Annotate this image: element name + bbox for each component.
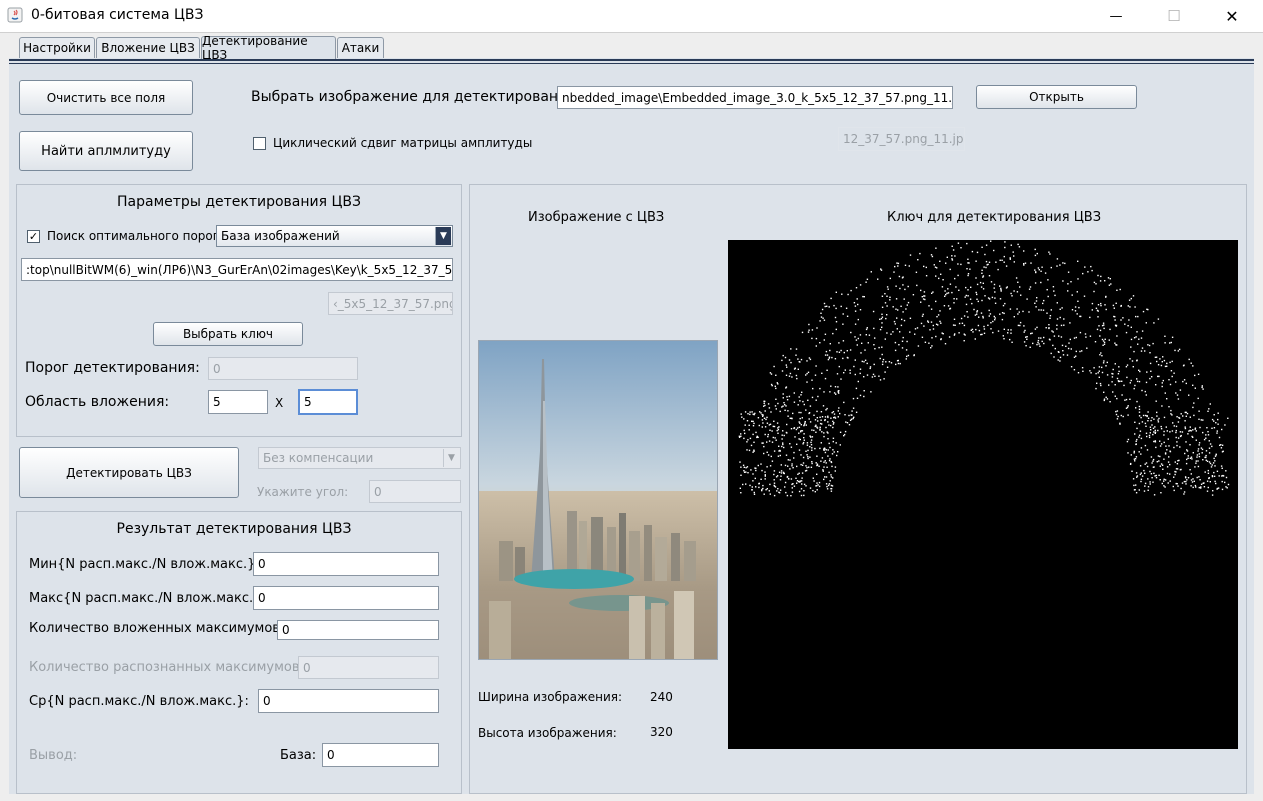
key-name-field: ‹_5x5_12_37_57.png [328,292,453,315]
key-image [728,240,1238,749]
maximize-icon: ☐ [1167,7,1181,25]
area-height-input[interactable]: 5 [298,389,358,415]
java-app-icon [7,7,23,23]
tab-embedding[interactable]: Вложение ЦВЗ [96,37,200,58]
title-bar: 0-битовая система ЦВЗ — ☐ ✕ [0,0,1263,33]
close-button[interactable]: ✕ [1203,0,1261,32]
avg-ratio-field[interactable]: 0 [258,689,439,713]
angle-input: 0 [369,480,461,503]
min-ratio-label: Мин{N расп.макс./N влож.макс.}: [29,557,260,572]
min-ratio-field[interactable]: 0 [253,552,439,576]
watermarked-image [478,340,718,660]
image-path-input[interactable]: nbedded_image\Embedded_image_3.0_k_5x5_1… [557,86,953,109]
tab-separator-thin [9,63,1254,64]
recognized-count-label: Количество распознанных максимумов: [29,660,304,675]
tab-detection[interactable]: Детектирование ЦВЗ [201,34,336,62]
detection-params-title: Параметры детектирования ЦВЗ [117,194,361,210]
optimal-threshold-checkbox[interactable]: ✓ [27,230,40,243]
chevron-down-icon: ▼ [435,227,451,245]
choose-image-label: Выбрать изображение для детектирования: [251,89,581,105]
window-title: 0-битовая система ЦВЗ [31,7,204,23]
optimal-threshold-label: Поиск оптимального порога [47,229,227,243]
close-icon: ✕ [1225,6,1239,26]
threshold-input: 0 [208,357,358,380]
find-amplitude-button[interactable]: Найти аплмлитуду [19,131,193,171]
recognized-count-field: 0 [298,656,439,679]
image-width-label: Ширина изображения: [478,690,623,704]
avg-ratio-label: Ср{N расп.макс./N влож.макс.}: [29,694,249,709]
max-ratio-label: Макс{N расп.макс./N влож.макс.}: [29,591,266,606]
cyclic-shift-checkbox[interactable] [253,137,266,150]
tab-settings[interactable]: Настройки [19,37,95,58]
minimize-icon: — [1109,8,1123,24]
choose-key-button[interactable]: Выбрать ключ [153,322,303,346]
base-field[interactable]: 0 [322,743,439,767]
output-label: Вывод: [29,748,78,763]
tab-label: Настройки [23,41,91,55]
tab-attacks[interactable]: Атаки [337,37,384,58]
checkmark-icon: ✓ [28,230,39,243]
key-dot-pattern [738,240,1230,497]
angle-label: Укажите угол: [257,485,349,499]
minimize-button[interactable]: — [1087,0,1145,32]
image-name-field: 12_37_57.png_11.jpg [838,127,965,151]
open-image-button[interactable]: Открыть [976,85,1137,109]
chevron-down-icon: ▼ [443,449,459,467]
tab-separator [9,59,1254,61]
compensation-select: Без компенсации ▼ [258,447,461,469]
threshold-label: Порог детектирования: [25,360,200,376]
area-x-label: X [275,396,284,410]
image-width-value: 240 [650,690,673,704]
image-height-value: 320 [650,725,673,739]
maximize-button[interactable]: ☐ [1145,0,1203,32]
image-preview-title: Изображение с ЦВЗ [528,210,665,225]
key-path-input[interactable]: :top\nullBitWM(6)_win(ЛР6)\N3_GurErAn\02… [21,258,453,281]
area-width-input[interactable]: 5 [208,390,268,414]
source-select[interactable]: База изображений ▼ [216,225,453,247]
embedded-count-field[interactable]: 0 [277,620,439,640]
detect-watermark-button[interactable]: Детектировать ЦВЗ [19,447,239,498]
key-preview-title: Ключ для детектирования ЦВЗ [887,210,1102,225]
source-select-value: База изображений [221,229,340,243]
max-ratio-field[interactable]: 0 [253,586,439,610]
cyclic-shift-label: Циклический сдвиг матрицы амплитуды [273,136,533,150]
tab-label: Детектирование ЦВЗ [202,34,308,62]
clear-all-button[interactable]: Очистить все поля [19,80,193,115]
compensation-select-value: Без компенсации [263,451,374,465]
embedded-count-label: Количество вложенных максимумов: [29,621,285,636]
results-title: Результат детектирования ЦВЗ [116,521,352,537]
base-label: База: [280,748,317,763]
tab-label: Атаки [341,41,380,55]
image-height-label: Высота изображения: [478,726,617,740]
skyline-photo [479,341,717,659]
tab-label: Вложение ЦВЗ [101,41,195,55]
area-label: Область вложения: [25,394,170,410]
